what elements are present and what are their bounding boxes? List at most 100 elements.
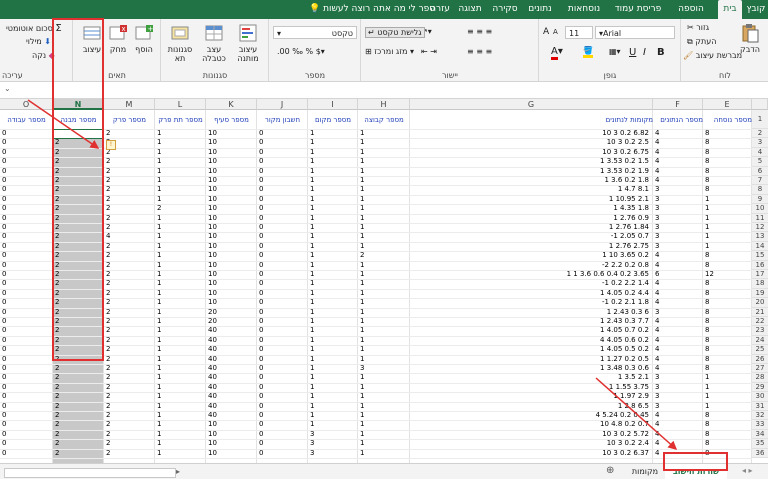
table-cell-I[interactable]: 1 [308, 355, 358, 364]
column-header-E[interactable]: E [703, 99, 752, 110]
table-cell-O[interactable]: 0 [0, 373, 53, 382]
table-cell-I[interactable]: 1 [308, 176, 358, 185]
formula-bar[interactable]: ⌄ [0, 82, 768, 99]
table-cell-H[interactable]: 1 [358, 326, 410, 335]
table-cell-M[interactable]: 2 [104, 383, 155, 392]
table-cell-F[interactable]: 4 [653, 439, 703, 448]
table-cell-F[interactable]: 3 [653, 195, 703, 204]
table-cell-M[interactable]: 2 [104, 167, 155, 176]
table-cell-M[interactable]: 2 [104, 439, 155, 448]
column-header-I[interactable]: I [308, 99, 358, 110]
sheet-scroll-icon[interactable]: ◂ ▸ [742, 466, 753, 475]
table-cell-F[interactable]: 4 [653, 176, 703, 185]
table-cell-L[interactable]: 1 [155, 411, 206, 420]
table-cell-I[interactable]: 1 [308, 308, 358, 317]
table-cell-K[interactable]: 10 [206, 185, 257, 194]
table-cell-G[interactable]: 4 4.05 0.6 0.2 [410, 336, 653, 345]
align-left-icon[interactable]: ≡ ≡ ≡ [467, 47, 492, 56]
table-cell-K[interactable]: 10 [206, 148, 257, 157]
table-cell-G[interactable]: 10 3 0.2 6.82 [410, 129, 653, 138]
paste-button[interactable]: הדבק [735, 23, 765, 54]
table-cell-K[interactable]: 10 [206, 261, 257, 270]
table-cell-O[interactable]: 0 [0, 430, 53, 439]
table-cell-J[interactable]: 0 [257, 195, 308, 204]
table-cell-K[interactable]: 20 [206, 308, 257, 317]
table-cell-M[interactable]: 2 [104, 411, 155, 420]
column-header-J[interactable]: J [257, 99, 308, 110]
table-cell-I[interactable]: 1 [308, 326, 358, 335]
table-cell-K[interactable]: 40 [206, 336, 257, 345]
font-grow-button[interactable]: A [543, 27, 549, 37]
table-cell-F[interactable]: 4 [653, 345, 703, 354]
number-format-buttons[interactable]: .00 ‰ % $▾ [277, 47, 325, 56]
header-cell-J[interactable]: חשבון מקור [257, 111, 308, 129]
row-header[interactable]: 33 [752, 420, 768, 430]
table-cell-M[interactable]: 2 [104, 420, 155, 429]
row-header[interactable]: 17 [752, 270, 768, 280]
table-cell-K[interactable]: 10 [206, 270, 257, 279]
table-cell-H[interactable]: 1 [358, 308, 410, 317]
table-cell-M[interactable]: 2 [104, 129, 155, 138]
table-cell-H[interactable]: 1 [358, 148, 410, 157]
table-cell-G[interactable]: 1 2.43 0.3 7.7 [410, 317, 653, 326]
row-header[interactable]: 1 [752, 110, 768, 129]
table-cell-M[interactable]: 2 [104, 195, 155, 204]
table-cell-O[interactable]: 0 [0, 251, 53, 260]
table-cell-G[interactable]: 1 4.7 8.1 [410, 185, 653, 194]
tab-0[interactable]: קובץ [744, 0, 768, 19]
row-header[interactable]: 10 [752, 204, 768, 214]
table-cell-H[interactable]: 1 [358, 373, 410, 382]
table-cell-I[interactable]: 1 [308, 270, 358, 279]
table-cell-K[interactable]: 10 [206, 439, 257, 448]
tab-6[interactable]: סקירה [488, 0, 522, 19]
table-cell-L[interactable]: 1 [155, 167, 206, 176]
table-cell-I[interactable]: 1 [308, 129, 358, 138]
table-cell-J[interactable]: 0 [257, 270, 308, 279]
table-cell-J[interactable]: 0 [257, 402, 308, 411]
column-header-O[interactable]: O [0, 99, 53, 110]
row-header[interactable]: 36 [752, 448, 768, 458]
table-cell-H[interactable]: 1 [358, 279, 410, 288]
table-cell-E[interactable]: 8 [703, 439, 752, 448]
table-cell-J[interactable]: 0 [257, 317, 308, 326]
table-cell-H[interactable]: 1 [358, 449, 410, 458]
table-cell-M[interactable]: 2 [104, 242, 155, 251]
italic-button[interactable]: I [643, 47, 646, 58]
table-cell-G[interactable]: 1 1 3.6 0.6 0.4 0.2 3.65 [410, 270, 653, 279]
table-cell-L[interactable]: 1 [155, 138, 206, 147]
table-cell-K[interactable]: 10 [206, 176, 257, 185]
table-cell-H[interactable]: 1 [358, 355, 410, 364]
align-top-icon[interactable]: ≡ ≡ ≡ [467, 27, 492, 36]
table-cell-K[interactable]: 10 [206, 129, 257, 138]
table-cell-N[interactable]: 2 [53, 439, 104, 448]
table-cell-K[interactable]: 20 [206, 317, 257, 326]
table-cell-L[interactable]: 1 [155, 402, 206, 411]
add-sheet-icon[interactable]: ⊕ [606, 465, 614, 476]
table-cell-G[interactable]: 1 3.6 0.2 1.8 [410, 176, 653, 185]
table-cell-M[interactable]: 2 [104, 214, 155, 223]
table-cell-E[interactable]: 8 [703, 298, 752, 307]
table-cell-O[interactable]: 0 [0, 345, 53, 354]
table-cell-G[interactable]: 1 3.5 2.1 [410, 373, 653, 382]
table-cell-J[interactable]: 0 [257, 411, 308, 420]
table-cell-K[interactable]: 40 [206, 392, 257, 401]
table-cell-I[interactable]: 1 [308, 279, 358, 288]
table-cell-G[interactable]: 1 1.55 3.75 [410, 383, 653, 392]
table-cell-I[interactable]: 3 [308, 439, 358, 448]
table-cell-H[interactable]: 3 [358, 364, 410, 373]
table-cell-M[interactable]: 2 [104, 392, 155, 401]
font-color-button[interactable]: A▾ [551, 46, 563, 60]
table-cell-H[interactable]: 1 [358, 289, 410, 298]
table-cell-E[interactable]: 8 [703, 185, 752, 194]
table-cell-I[interactable]: 3 [308, 430, 358, 439]
select-all-corner[interactable] [752, 99, 768, 110]
font-shrink-button[interactable]: A [553, 28, 558, 36]
table-cell-L[interactable]: 1 [155, 439, 206, 448]
table-cell-G[interactable]: -1 2.05 0.7 [410, 232, 653, 241]
table-cell-M[interactable]: 2 [104, 279, 155, 288]
table-cell-L[interactable]: 1 [155, 279, 206, 288]
row-header[interactable]: 8 [752, 185, 768, 195]
table-cell-H[interactable]: 1 [358, 383, 410, 392]
table-cell-M[interactable]: 2 [104, 185, 155, 194]
table-cell-G[interactable]: 10 3 0.2 2.4 [410, 439, 653, 448]
